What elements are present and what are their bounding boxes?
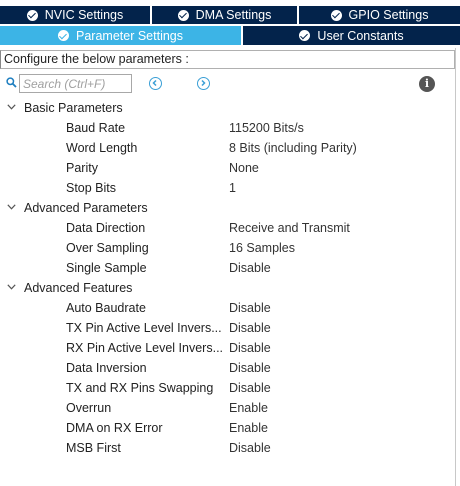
parameter-name: Over Sampling — [66, 241, 149, 255]
chevron-down-icon[interactable] — [7, 104, 16, 110]
parameter-value[interactable]: 115200 Bits/s — [229, 118, 304, 138]
info-icon[interactable]: i — [419, 76, 435, 92]
tab-user-constants[interactable]: User Constants — [243, 26, 460, 45]
parameter-name: Baud Rate — [66, 121, 126, 135]
parameter-name: MSB First — [66, 441, 121, 455]
parameter-value[interactable]: Disable — [229, 378, 271, 398]
parameter-value[interactable]: Disable — [229, 338, 271, 358]
parameter-name: RX Pin Active Level Invers... — [66, 341, 224, 355]
parameter-name: Overrun — [66, 401, 112, 415]
parameter-value[interactable]: 1 — [229, 178, 236, 198]
parameter-row[interactable]: Word Length 8 Bits (including Parity) — [0, 138, 455, 158]
parameter-name: Data Inversion — [66, 361, 147, 375]
check-circle-icon — [58, 30, 69, 41]
parameter-name: Word Length — [66, 141, 138, 155]
parameter-row[interactable]: Parity None — [0, 158, 455, 178]
parameter-value[interactable]: Disable — [229, 298, 271, 318]
tab-label: Parameter Settings — [76, 28, 183, 43]
parameter-value[interactable]: Disable — [229, 358, 271, 378]
group-row[interactable]: Advanced Parameters — [0, 198, 455, 218]
parameter-row[interactable]: RX Pin Active Level Invers... Disable — [0, 338, 455, 358]
parameter-name: Stop Bits — [66, 181, 117, 195]
parameter-row[interactable]: MSB First Disable — [0, 438, 455, 458]
config-instructions: Configure the below parameters : — [0, 50, 455, 69]
tab-bar-top: NVIC Settings DMA Settings GPIO Settings — [0, 6, 460, 24]
check-circle-icon — [330, 9, 342, 21]
group-label: Advanced Parameters — [24, 201, 148, 215]
tab-bar-bottom: Parameter Settings User Constants — [0, 26, 460, 45]
arrow-left-circle-icon[interactable] — [149, 77, 162, 90]
search-toolbar: i — [0, 73, 455, 95]
parameter-value[interactable]: Disable — [229, 318, 271, 338]
parameter-value[interactable]: None — [229, 158, 259, 178]
group-label: Basic Parameters — [24, 101, 123, 115]
parameter-row[interactable]: Data Direction Receive and Transmit — [0, 218, 455, 238]
group-label: Advanced Features — [24, 281, 133, 295]
parameter-name: TX Pin Active Level Invers... — [66, 321, 222, 335]
parameter-value[interactable]: Disable — [229, 258, 271, 278]
parameter-row[interactable]: TX Pin Active Level Invers... Disable — [0, 318, 455, 338]
tab-parameter-settings[interactable]: Parameter Settings — [0, 26, 243, 45]
parameter-name: TX and RX Pins Swapping — [66, 381, 214, 395]
parameter-value[interactable]: 16 Samples — [229, 238, 295, 258]
panel-divider — [455, 48, 456, 486]
parameter-row[interactable]: Single Sample Disable — [0, 258, 455, 278]
group-row[interactable]: Basic Parameters — [0, 98, 455, 118]
parameter-row[interactable]: Baud Rate 115200 Bits/s — [0, 118, 455, 138]
parameter-name: DMA on RX Error — [66, 421, 163, 435]
parameter-value[interactable]: Receive and Transmit — [229, 218, 350, 238]
parameter-row[interactable]: Over Sampling 16 Samples — [0, 238, 455, 258]
parameter-row[interactable]: Overrun Enable — [0, 398, 455, 418]
parameter-name: Parity — [66, 161, 98, 175]
tab-label: GPIO Settings — [348, 8, 429, 22]
group-row[interactable]: Advanced Features — [0, 278, 455, 298]
tab-label: DMA Settings — [195, 8, 272, 22]
parameter-value[interactable]: Disable — [229, 438, 271, 458]
tab-label: NVIC Settings — [44, 8, 124, 22]
parameter-row[interactable]: Auto Baudrate Disable — [0, 298, 455, 318]
parameter-name: Single Sample — [66, 261, 147, 275]
parameter-row[interactable]: Data Inversion Disable — [0, 358, 455, 378]
check-circle-icon — [26, 9, 38, 21]
search-icon[interactable] — [6, 77, 17, 88]
parameter-value[interactable]: Enable — [229, 418, 268, 438]
parameter-tree: Basic Parameters Baud Rate 115200 Bits/s Wo… — [0, 98, 455, 458]
chevron-down-icon[interactable] — [7, 204, 16, 210]
tab-nvic-settings[interactable]: NVIC Settings — [0, 6, 152, 24]
parameter-row[interactable]: TX and RX Pins Swapping Disable — [0, 378, 455, 398]
tab-dma-settings[interactable]: DMA Settings — [152, 6, 299, 24]
parameter-value[interactable]: 8 Bits (including Parity) — [229, 138, 357, 158]
tab-gpio-settings[interactable]: GPIO Settings — [299, 6, 460, 24]
search-input[interactable] — [19, 74, 132, 93]
parameter-name: Data Direction — [66, 221, 146, 235]
parameter-row[interactable]: Stop Bits 1 — [0, 178, 455, 198]
parameter-name: Auto Baudrate — [66, 301, 146, 315]
check-circle-icon — [177, 9, 189, 21]
parameter-row[interactable]: DMA on RX Error Enable — [0, 418, 455, 438]
check-circle-icon — [299, 30, 311, 41]
chevron-down-icon[interactable] — [7, 284, 16, 290]
parameter-value[interactable]: Enable — [229, 398, 268, 418]
tab-label: User Constants — [317, 28, 404, 43]
arrow-right-circle-icon[interactable] — [197, 77, 210, 90]
